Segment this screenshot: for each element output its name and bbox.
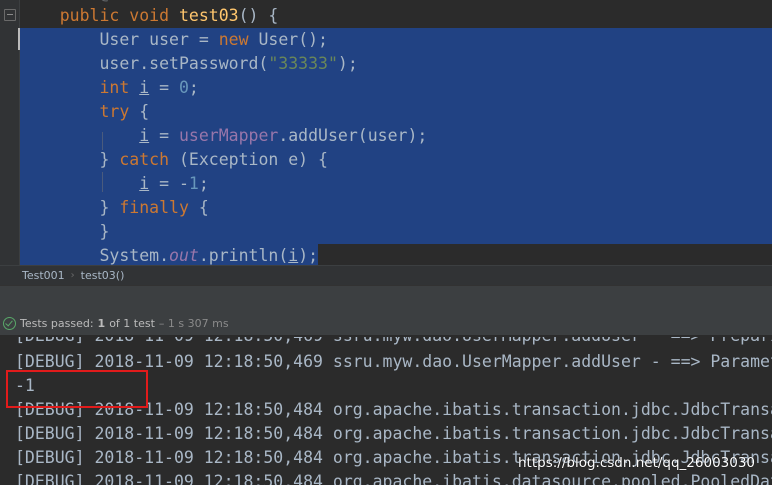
keyword-token: new — [218, 30, 259, 49]
variable-token: i — [139, 126, 150, 145]
code-line-println[interactable]: System.out.println(i); — [20, 244, 772, 265]
breadcrumb-method[interactable]: test03() — [81, 269, 125, 282]
editor-gutter[interactable] — [0, 0, 20, 265]
code-line-int-decl[interactable]: int i = 0; — [20, 76, 772, 100]
code-line-add-user[interactable]: i = userMapper.addUser(user); — [20, 124, 772, 148]
code-line-catch[interactable]: } catch (Exception e) { — [20, 148, 772, 172]
test-status-bar: Tests passed: 1 of 1 test – 1 s 307 ms — [0, 312, 772, 336]
number-token: 1 — [188, 174, 199, 193]
keyword-token: public void — [59, 6, 179, 25]
code-line-finally[interactable]: } finally { — [20, 196, 772, 220]
number-token: 0 — [178, 78, 189, 97]
breadcrumb-class[interactable]: Test001 — [22, 269, 65, 282]
breadcrumb-separator-icon: › — [70, 270, 75, 281]
code-line-set-password[interactable]: user.setPassword("33333"); — [20, 52, 772, 76]
variable-token: i — [139, 174, 150, 193]
code-area[interactable]: @Test public void test03() { User user =… — [20, 0, 772, 265]
code-line-try[interactable]: try { — [20, 100, 772, 124]
fold-collapse-icon[interactable] — [4, 9, 16, 21]
console-line: [DEBUG] 2018-11-09 12:18:50,484 org.apac… — [15, 472, 772, 485]
variable-token: i — [288, 246, 299, 265]
status-label: Tests passed: — [20, 317, 94, 330]
variable-token: i — [139, 78, 150, 97]
passed-count: 1 — [97, 317, 106, 330]
method-name-token: test03 — [178, 6, 239, 25]
code-line-method-decl[interactable]: public void test03() { — [20, 4, 772, 28]
total-tests: of 1 test — [109, 317, 155, 330]
tests-passed-check-icon — [3, 317, 16, 330]
tool-window-header — [0, 285, 772, 312]
indent-guide — [102, 172, 103, 192]
editor-breadcrumb: Test001 › test03() — [0, 265, 772, 285]
static-field-token: out — [169, 246, 199, 265]
code-line-assign-minus-one[interactable]: i = -1; — [20, 172, 772, 196]
keyword-token: catch — [119, 150, 179, 169]
annotation-highlight-box — [6, 370, 148, 408]
console-line: [DEBUG] 2018-11-09 12:18:50,484 org.apac… — [15, 424, 772, 443]
code-editor[interactable]: @Test public void test03() { User user =… — [0, 0, 772, 265]
test-duration: – 1 s 307 ms — [158, 317, 229, 330]
string-token: "33333" — [268, 54, 338, 73]
indent-guide — [102, 132, 103, 150]
keyword-token: finally — [119, 198, 199, 217]
watermark-text: https://blog.csdn.net/qq_26003030 — [518, 455, 756, 471]
keyword-token: int — [99, 78, 140, 97]
console-line-partial: [DEBUG] 2018-11-09 12:18:50,469 ssru.myw… — [15, 337, 772, 348]
field-token: userMapper — [178, 126, 279, 145]
code-line-new-user[interactable]: User user = new User(); — [20, 28, 772, 52]
keyword-token: try — [99, 102, 140, 121]
code-line-close-brace[interactable]: } — [20, 220, 772, 244]
